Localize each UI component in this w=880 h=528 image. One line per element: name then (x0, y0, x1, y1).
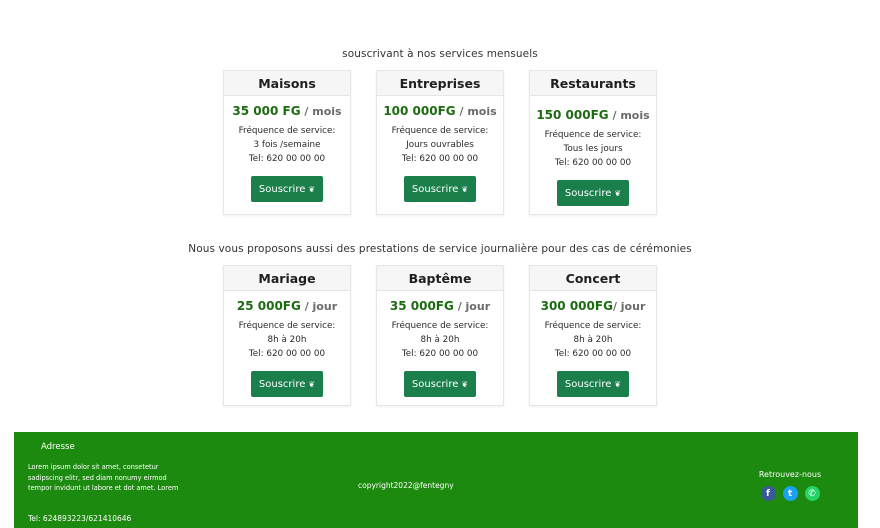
card-title: Entreprises (377, 71, 503, 96)
subscribe-button[interactable]: Souscrire ❦ (403, 176, 477, 202)
monthly-cards: Maisons 35 000 FG / mois Fréquence de se… (0, 70, 880, 215)
card-description: Fréquence de service: Tous les jours Tel… (544, 130, 642, 168)
subscribe-button[interactable]: Souscrire ❦ (556, 180, 630, 206)
subscribe-button[interactable]: Souscrire ❦ (250, 176, 324, 202)
plan-card-restaurants: Restaurants 150 000FG / mois Fréquence d… (529, 70, 657, 215)
subscribe-button[interactable]: Souscrire ❦ (403, 371, 477, 397)
card-description: Fréquence de service: 8h à 20h Tel: 620 … (544, 321, 642, 359)
leaf-icon: ❦ (461, 379, 469, 389)
footer-address-title: Adresse (41, 442, 75, 452)
subscribe-button[interactable]: Souscrire ❦ (556, 371, 630, 397)
leaf-icon: ❦ (461, 184, 469, 194)
card-description: Fréquence de service: 8h à 20h Tel: 620 … (391, 321, 489, 359)
footer-phone: Tel: 624893223/621410646 (28, 514, 132, 523)
whatsapp-icon[interactable]: ✆ (804, 486, 820, 501)
card-price: 300 000FG/ jour (540, 299, 646, 313)
plan-card-concert: Concert 300 000FG/ jour Fréquence de ser… (529, 265, 657, 406)
card-description: Fréquence de service: 8h à 20h Tel: 620 … (238, 321, 336, 359)
daily-heading: Nous vous proposons aussi des prestation… (188, 243, 692, 255)
daily-cards: Mariage 25 000FG / jour Fréquence de ser… (0, 265, 880, 406)
card-price: 35 000FG / jour (389, 299, 491, 313)
facebook-icon[interactable]: f (760, 486, 776, 501)
footer-socials: Retrouvez-nous f t ✆ (755, 470, 825, 501)
leaf-icon: ❦ (308, 379, 316, 389)
plan-card-entreprises: Entreprises 100 000FG / mois Fréquence d… (376, 70, 504, 215)
leaf-icon: ❦ (614, 379, 622, 389)
subscribe-button[interactable]: Souscrire ❦ (250, 371, 324, 397)
card-price: 100 000FG / mois (383, 104, 497, 118)
card-price: 150 000FG / mois (536, 108, 650, 122)
plan-card-bapteme: Baptême 35 000FG / jour Fréquence de ser… (376, 265, 504, 406)
card-title: Mariage (224, 266, 350, 291)
social-label: Retrouvez-nous (758, 470, 822, 479)
footer: Adresse Lorem ipsum dolor sit amet, cons… (14, 432, 858, 528)
card-title: Restaurants (530, 71, 656, 96)
card-price: 35 000 FG / mois (232, 104, 342, 118)
card-title: Baptême (377, 266, 503, 291)
leaf-icon: ❦ (308, 184, 316, 194)
footer-address-text: Lorem ipsum dolor sit amet, consetetur s… (28, 463, 179, 492)
card-description: Fréquence de service: Jours ouvrables Te… (391, 126, 489, 164)
card-price: 25 000FG / jour (236, 299, 338, 313)
footer-copyright: copyright2022@fentegny (358, 481, 454, 490)
monthly-heading: souscrivant à nos services mensuels (342, 48, 538, 60)
plan-card-maisons: Maisons 35 000 FG / mois Fréquence de se… (223, 70, 351, 215)
plan-card-mariage: Mariage 25 000FG / jour Fréquence de ser… (223, 265, 351, 406)
leaf-icon: ❦ (614, 188, 622, 198)
twitter-icon[interactable]: t (782, 486, 798, 501)
card-title: Concert (530, 266, 656, 291)
card-description: Fréquence de service: 3 fois /semaine Te… (238, 126, 336, 164)
card-title: Maisons (224, 71, 350, 96)
